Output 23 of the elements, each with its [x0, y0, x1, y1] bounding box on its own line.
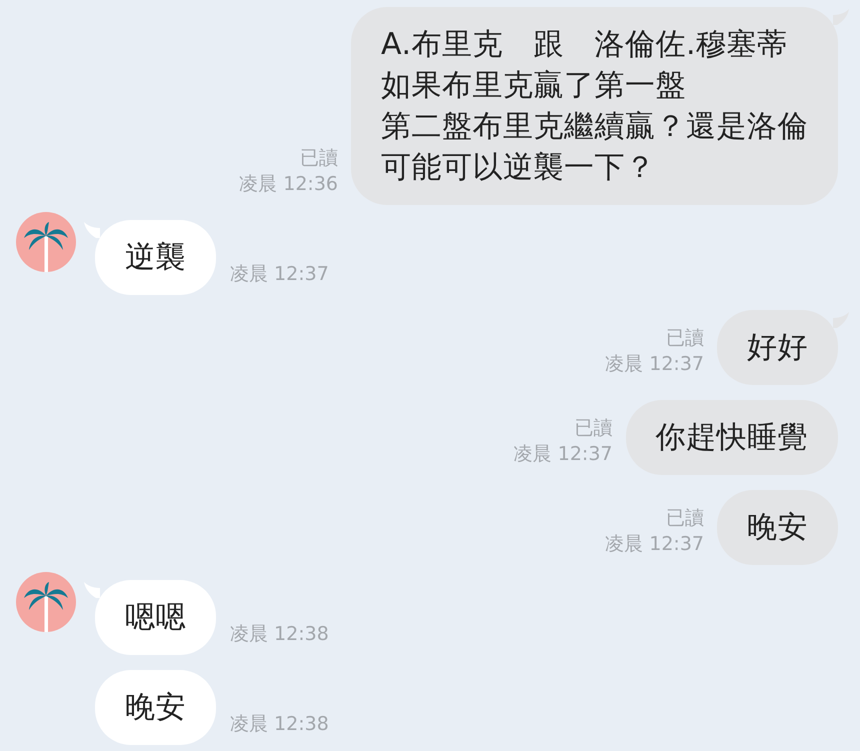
message-text: 嗯嗯 [125, 599, 186, 637]
message-text: 你趕快睡覺 [656, 419, 808, 457]
message-time: 凌晨 12:38 [230, 622, 329, 647]
message-text: 晚安 [125, 689, 186, 727]
message-time: 凌晨 12:36 [239, 172, 338, 197]
read-receipt: 已讀 [574, 416, 612, 441]
message-time: 凌晨 12:37 [605, 532, 704, 557]
read-receipt: 已讀 [666, 326, 704, 351]
read-receipt: 已讀 [300, 146, 338, 171]
message-time: 凌晨 12:37 [514, 442, 612, 467]
avatar-icon[interactable] [16, 572, 76, 632]
avatar-icon[interactable] [16, 212, 76, 272]
message-text: 晚安 [747, 509, 808, 547]
message-time: 凌晨 12:37 [230, 262, 329, 287]
message-text: A.布里克 跟 洛倫佐.穆塞蒂 [381, 26, 789, 64]
message-text: 可能可以逆襲一下？ [381, 149, 656, 187]
message-text: 逆襲 [125, 239, 186, 277]
read-receipt: 已讀 [666, 506, 704, 531]
message-text: 好好 [747, 329, 808, 367]
message-text: 如果布里克贏了第一盤 [381, 67, 687, 105]
message-time: 凌晨 12:37 [605, 352, 704, 377]
message-time: 凌晨 12:38 [230, 712, 329, 737]
message-text: 第二盤布里克繼續贏？還是洛倫 [381, 108, 808, 146]
